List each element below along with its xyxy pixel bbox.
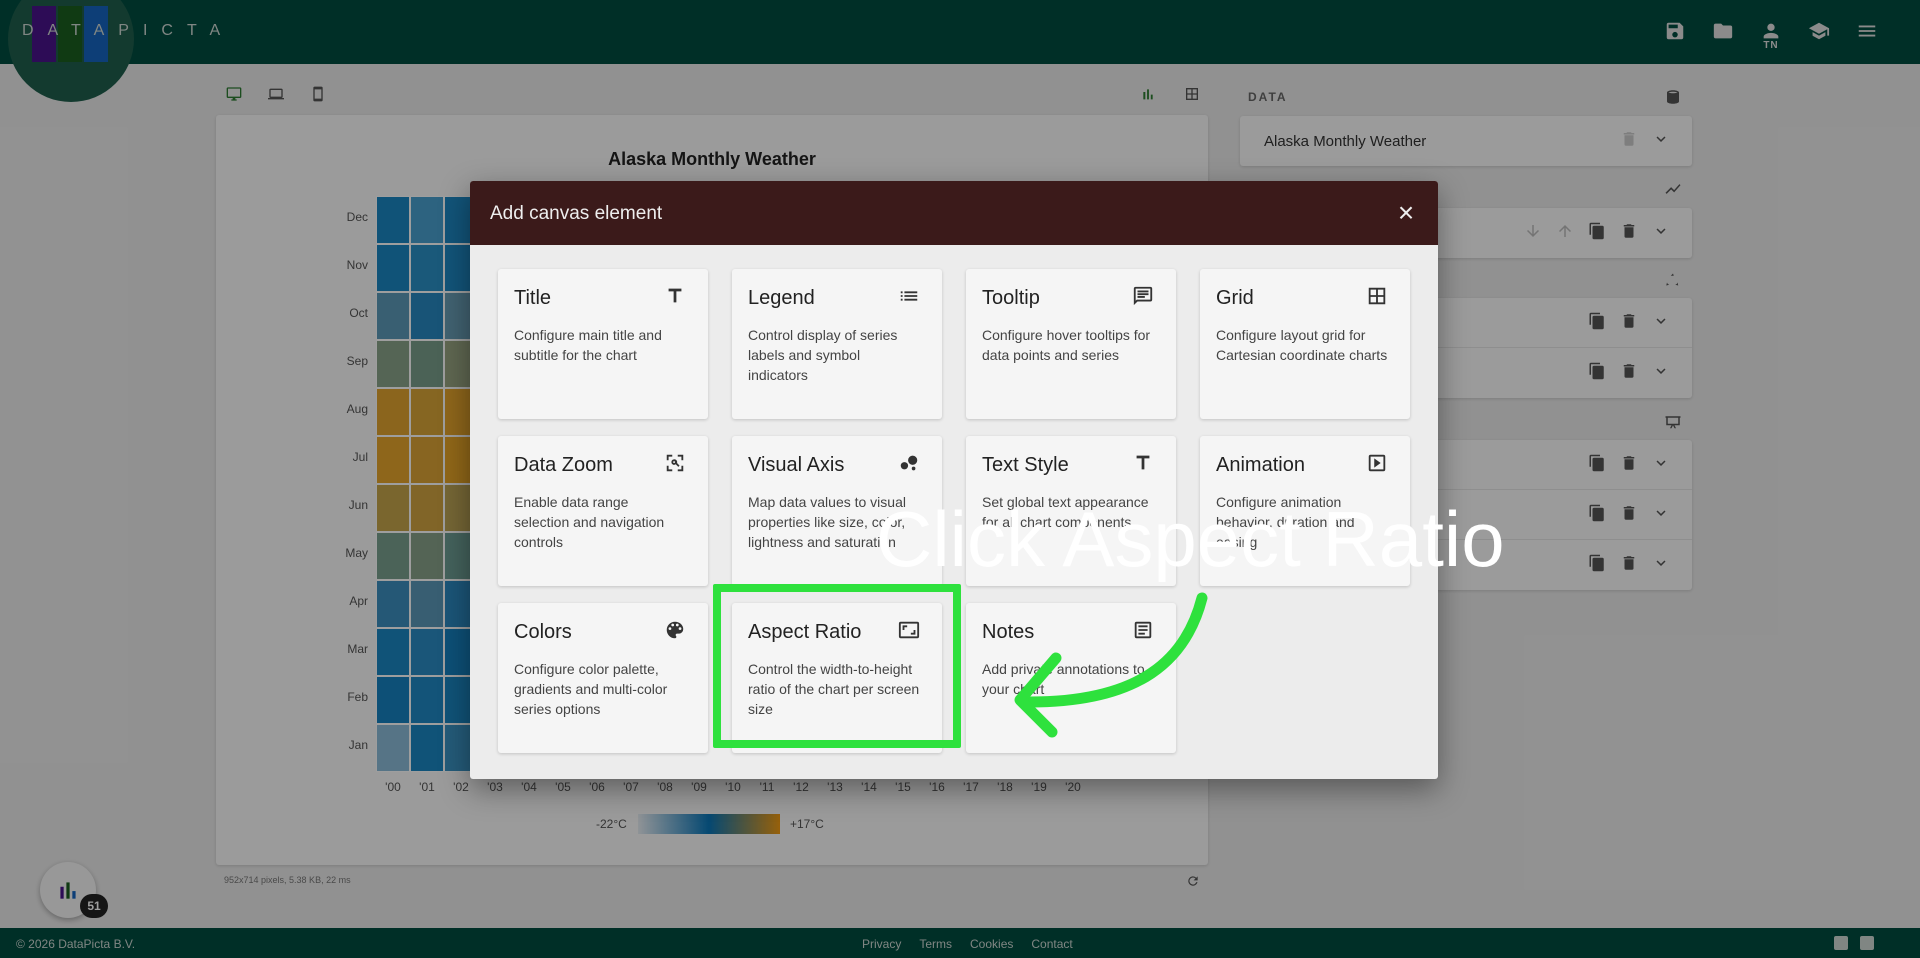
instruction-callout: Click Aspect Ratio bbox=[876, 495, 1505, 583]
zoom-icon bbox=[664, 452, 686, 474]
tile-name: Tooltip bbox=[982, 287, 1040, 309]
close-icon[interactable]: × bbox=[1392, 199, 1420, 227]
tile-name: Colors bbox=[514, 621, 572, 643]
tooltip-icon bbox=[1132, 285, 1154, 307]
tile-name: Grid bbox=[1216, 287, 1254, 309]
tile-name: Visual Axis bbox=[748, 454, 845, 476]
tile-description: Control display of series labels and sym… bbox=[748, 327, 898, 383]
tile-description: Configure color palette, gradients and m… bbox=[514, 661, 668, 717]
dialog-title: Add canvas element bbox=[490, 203, 663, 224]
legend-list-icon bbox=[898, 285, 920, 307]
palette-icon bbox=[664, 619, 686, 641]
play-icon bbox=[1366, 452, 1388, 474]
tile-grid[interactable]: Grid Configure layout grid for Cartesian… bbox=[1200, 269, 1410, 419]
tile-name: Text Style bbox=[982, 454, 1069, 476]
tile-description: Configure layout grid for Cartesian coor… bbox=[1216, 327, 1388, 363]
tile-colors[interactable]: Colors Configure color palette, gradient… bbox=[498, 603, 708, 753]
tile-description: Enable data range selection and navigati… bbox=[514, 494, 665, 550]
tile-legend[interactable]: Legend Control display of series labels … bbox=[732, 269, 942, 419]
title-icon bbox=[664, 285, 686, 307]
tile-description: Configure hover tooltips for data points… bbox=[982, 327, 1151, 363]
tile-description: Configure main title and subtitle for th… bbox=[514, 327, 662, 363]
text-style-icon bbox=[1132, 452, 1154, 474]
tile-name: Legend bbox=[748, 287, 815, 309]
grid-icon bbox=[1366, 285, 1388, 307]
bubbles-icon bbox=[898, 452, 920, 474]
tile-title[interactable]: Title Configure main title and subtitle … bbox=[498, 269, 708, 419]
tile-data-zoom[interactable]: Data Zoom Enable data range selection an… bbox=[498, 436, 708, 586]
tile-name: Animation bbox=[1216, 454, 1305, 476]
pointer-arrow-icon bbox=[1014, 592, 1208, 738]
tile-tooltip[interactable]: Tooltip Configure hover tooltips for dat… bbox=[966, 269, 1176, 419]
tile-name: Data Zoom bbox=[514, 454, 613, 476]
highlight-box bbox=[713, 584, 961, 748]
tile-name: Title bbox=[514, 287, 552, 309]
